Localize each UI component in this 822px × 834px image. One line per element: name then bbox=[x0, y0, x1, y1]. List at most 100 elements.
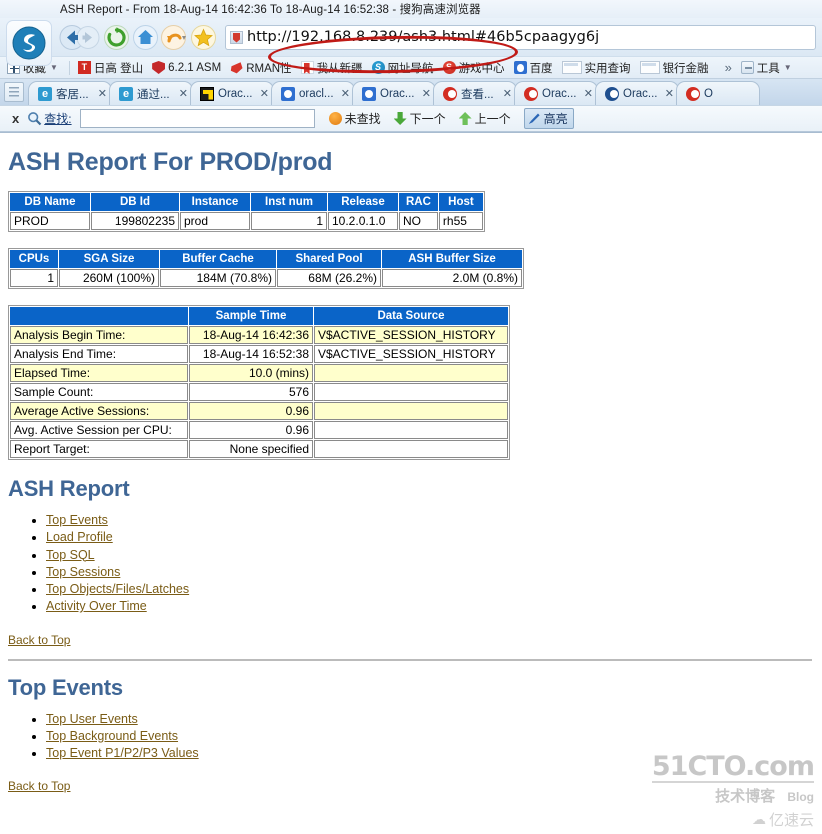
link-top-objects-files-latches[interactable]: Top Objects/Files/Latches bbox=[46, 582, 189, 596]
tab-6[interactable]: Orac... ✕ bbox=[514, 81, 598, 105]
list-item: Top Background Events bbox=[46, 729, 812, 744]
refresh-button[interactable] bbox=[103, 24, 130, 51]
table-header-row: CPUs SGA Size Buffer Cache Shared Pool A… bbox=[10, 250, 522, 268]
close-find-bar-icon[interactable]: x bbox=[12, 111, 19, 126]
bookmark-item-1[interactable]: 6.2.1 ASM bbox=[149, 60, 224, 75]
firefox-icon bbox=[230, 62, 243, 74]
tab-label: Orac... bbox=[542, 87, 577, 100]
cell-inst-num: 1 bbox=[251, 212, 327, 230]
tab-label: 客居... bbox=[56, 88, 89, 101]
bookmark-item-2[interactable]: RMAN性 bbox=[227, 59, 294, 77]
page-icon bbox=[561, 61, 582, 74]
tab-3[interactable]: oracl... ✕ bbox=[271, 81, 355, 105]
bookmarks-overflow-button[interactable]: » bbox=[725, 60, 732, 75]
tab-0[interactable]: 客居... ✕ bbox=[28, 81, 112, 105]
table-row: 1 260M (100%) 184M (70.8%) 68M (26.2%) 2… bbox=[10, 269, 522, 287]
bookmarks-tools-menu[interactable]: 工具 ▼ bbox=[738, 59, 795, 77]
toolbox-icon bbox=[740, 61, 754, 74]
ash-report-link-list: Top Events Load Profile Top SQL Top Sess… bbox=[8, 513, 812, 615]
column-header-instance: Instance bbox=[180, 193, 250, 211]
tab-8[interactable]: O bbox=[676, 81, 760, 105]
chevron-down-icon: ▼ bbox=[783, 63, 792, 72]
close-icon[interactable]: ✕ bbox=[341, 87, 350, 100]
list-item: Activity Over Time bbox=[46, 599, 812, 614]
address-bar[interactable]: http://192.168.8.239/ash3.html#46b5cpaag… bbox=[225, 24, 816, 50]
find-prev-button[interactable]: 上一个 bbox=[458, 110, 511, 127]
link-top-sql[interactable]: Top SQL bbox=[46, 548, 95, 562]
cell-db-id: 199802235 bbox=[91, 212, 179, 230]
close-icon[interactable]: ✕ bbox=[98, 87, 107, 100]
close-icon[interactable]: ✕ bbox=[260, 87, 269, 100]
favorites-star-button[interactable] bbox=[190, 24, 217, 51]
bookmark-label: 百度 bbox=[529, 62, 553, 75]
link-top-sessions[interactable]: Top Sessions bbox=[46, 565, 120, 579]
bookmark-item-8[interactable]: 银行金融 bbox=[637, 59, 712, 77]
cell-shared-pool: 68M (26.2%) bbox=[277, 269, 381, 287]
find-input[interactable] bbox=[79, 109, 315, 128]
cell-cpus: 1 bbox=[10, 269, 58, 287]
chrome-red-icon bbox=[443, 86, 457, 101]
close-icon[interactable]: ✕ bbox=[503, 87, 512, 100]
bookmarks-bar: 收藏 ▼ T 日高 登山 6.2.1 ASM RMAN性 我从新疆 网址导航 游… bbox=[0, 56, 822, 78]
status-dot-icon bbox=[328, 112, 342, 125]
find-highlight-label: 高亮 bbox=[543, 112, 568, 126]
link-load-profile[interactable]: Load Profile bbox=[46, 530, 113, 544]
column-header-data-source: Data Source bbox=[314, 307, 508, 325]
tab-1[interactable]: 通过... ✕ bbox=[109, 81, 193, 105]
column-header-blank bbox=[10, 307, 188, 325]
close-icon[interactable]: ✕ bbox=[179, 87, 188, 100]
table-row: Analysis End Time: 18-Aug-14 16:52:38 V$… bbox=[10, 345, 508, 363]
back-button[interactable] bbox=[58, 24, 102, 51]
bookmark-item-0[interactable]: T 日高 登山 bbox=[75, 59, 146, 77]
cell-ash-buffer-size: 2.0M (0.8%) bbox=[382, 269, 522, 287]
arrow-down-icon bbox=[393, 112, 407, 125]
cell-sample-time: 10.0 (mins) bbox=[189, 364, 313, 382]
flag-icon bbox=[300, 61, 314, 74]
tab-5[interactable]: 查看... ✕ bbox=[433, 81, 517, 105]
bookmark-item-5[interactable]: 游戏中心 bbox=[440, 59, 508, 77]
column-header-cpus: CPUs bbox=[10, 250, 58, 268]
link-activity-over-time[interactable]: Activity Over Time bbox=[46, 599, 147, 613]
arrow-up-icon bbox=[458, 112, 472, 125]
bookmark-item-4[interactable]: 网址导航 bbox=[369, 59, 437, 77]
link-top-user-events[interactable]: Top User Events bbox=[46, 712, 138, 726]
link-top-background-events[interactable]: Top Background Events bbox=[46, 729, 178, 743]
cell-release: 10.2.0.1.0 bbox=[328, 212, 398, 230]
address-bar-url[interactable]: http://192.168.8.239/ash3.html#46b5cpaag… bbox=[247, 29, 599, 45]
baidu-paw-icon bbox=[281, 86, 295, 101]
page-title: ASH Report For PROD/prod bbox=[8, 148, 333, 176]
bookmark-label: 网址导航 bbox=[387, 62, 434, 75]
find-highlight-toggle[interactable]: 高亮 bbox=[523, 108, 574, 129]
bookmark-item-3[interactable]: 我从新疆 bbox=[298, 59, 366, 77]
cell-data-source: V$ACTIVE_SESSION_HISTORY bbox=[314, 326, 508, 344]
watermark-cloud-text: 亿速云 bbox=[768, 812, 814, 829]
close-icon[interactable]: ✕ bbox=[665, 87, 674, 100]
close-icon[interactable]: ✕ bbox=[422, 87, 431, 100]
cell-sample-time: None specified bbox=[189, 440, 313, 458]
chrome-blue-icon bbox=[605, 86, 619, 101]
tab-2[interactable]: Orac... ✕ bbox=[190, 81, 274, 105]
find-next-button[interactable]: 下一个 bbox=[393, 110, 446, 127]
link-top-events[interactable]: Top Events bbox=[46, 513, 108, 527]
tab-7[interactable]: Orac... ✕ bbox=[595, 81, 679, 105]
tab-list-button[interactable] bbox=[4, 82, 24, 102]
list-item: Top Events bbox=[46, 513, 812, 528]
tab-4[interactable]: Orac... ✕ bbox=[352, 81, 436, 105]
tab-label: 查看... bbox=[461, 88, 494, 101]
column-header-shared-pool: Shared Pool bbox=[277, 250, 381, 268]
find-next-label: 下一个 bbox=[409, 112, 446, 126]
link-top-event-p1-p2-p3-values[interactable]: Top Event P1/P2/P3 Values bbox=[46, 746, 199, 760]
table-header-row: DB Name DB Id Instance Inst num Release … bbox=[10, 193, 483, 211]
bookmark-item-7[interactable]: 实用查询 bbox=[559, 59, 634, 77]
back-to-top-link-1[interactable]: Back to Top bbox=[8, 633, 70, 647]
bookmark-item-6[interactable]: 百度 bbox=[511, 59, 556, 77]
bookmark-label: RMAN性 bbox=[246, 62, 292, 75]
back-to-top-link-2[interactable]: Back to Top bbox=[8, 779, 70, 793]
column-header-host: Host bbox=[438, 193, 483, 211]
bookmark-label: 实用查询 bbox=[584, 62, 631, 75]
close-icon[interactable]: ✕ bbox=[584, 87, 593, 100]
home-button[interactable] bbox=[132, 24, 159, 51]
sogou-browser-logo bbox=[6, 20, 52, 66]
column-header-inst-num: Inst num bbox=[251, 193, 327, 211]
history-undo-button[interactable] bbox=[161, 24, 188, 51]
